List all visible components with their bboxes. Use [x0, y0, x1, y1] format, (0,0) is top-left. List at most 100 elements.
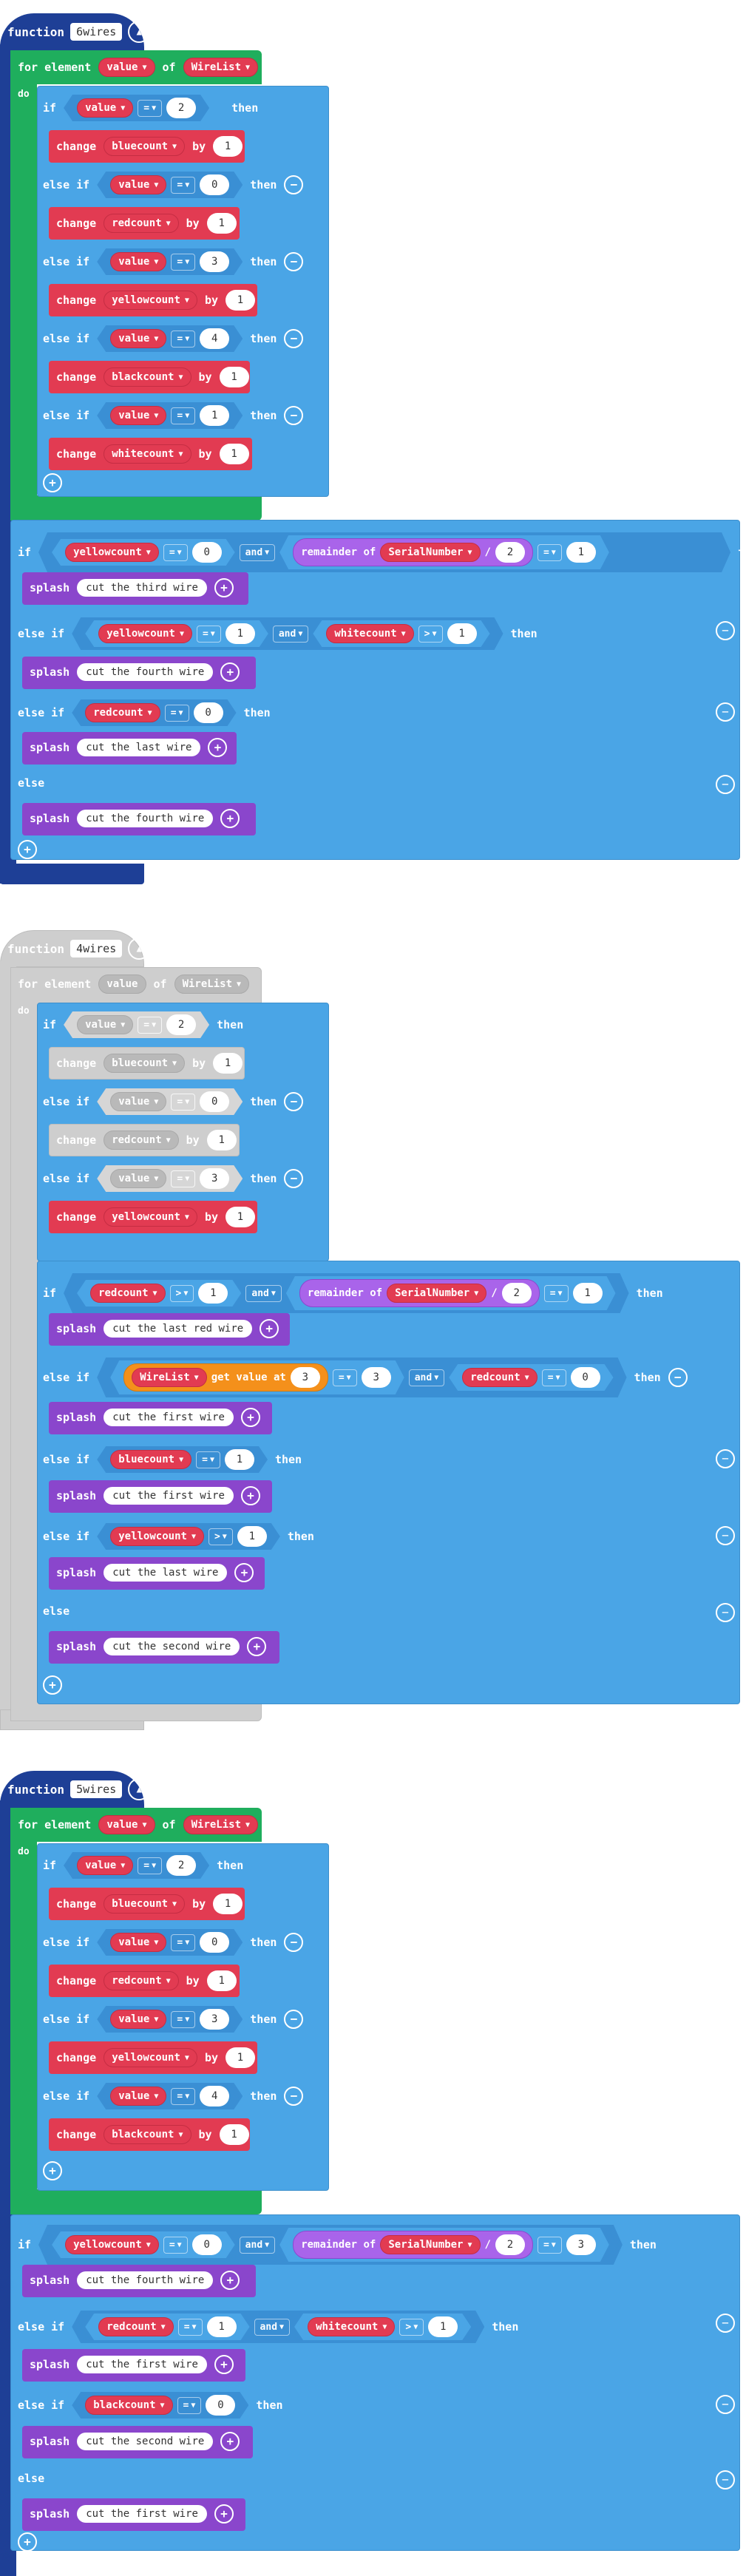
string-input[interactable]: cut the second wire — [104, 1638, 240, 1655]
number-input[interactable]: 1 — [226, 1207, 255, 1227]
variable-dropdown[interactable]: bluecount ▼ — [104, 137, 186, 156]
variable-dropdown[interactable]: bluecount ▼ — [110, 1450, 191, 1469]
string-input[interactable]: cut the fourth wire — [77, 2271, 214, 2289]
operator-dropdown[interactable]: = ▼ — [177, 2397, 202, 2414]
number-input[interactable]: 3 — [200, 2009, 229, 2030]
variable-dropdown[interactable]: yellowcount ▼ — [65, 2235, 159, 2254]
remove-branch-icon[interactable]: − — [716, 1603, 735, 1622]
get-value-block[interactable]: WireList ▼ get value at 3 — [123, 1363, 328, 1392]
compare-condition[interactable]: remainder of SerialNumber ▼ / 2 = ▼ 1 — [279, 535, 609, 569]
compare-condition[interactable]: value ▼ = ▼ 0 — [97, 1929, 243, 1956]
remove-branch-icon[interactable]: − — [284, 329, 304, 348]
add-argument-icon[interactable]: + — [220, 662, 240, 682]
variable-dropdown[interactable]: bluecount ▼ — [104, 1894, 186, 1914]
remove-branch-icon[interactable]: − — [716, 2395, 735, 2414]
number-input[interactable]: 1 — [226, 623, 255, 644]
variable-dropdown[interactable]: yellowcount ▼ — [104, 1207, 197, 1227]
number-input[interactable]: 2 — [502, 1283, 532, 1304]
variable-dropdown[interactable]: blackcount ▼ — [85, 2396, 172, 2415]
number-input[interactable]: 3 — [362, 1367, 391, 1388]
variable-value[interactable]: value ▼ — [98, 1815, 155, 1834]
compare-condition[interactable]: bluecount ▼ = ▼ 1 — [97, 1446, 268, 1473]
operator-dropdown[interactable]: = ▼ — [333, 1369, 357, 1386]
variable-dropdown[interactable]: redcount ▼ — [104, 1131, 179, 1150]
variable-dropdown[interactable]: redcount ▼ — [85, 703, 160, 722]
variable-dropdown[interactable]: whitecount ▼ — [308, 2317, 395, 2336]
string-input[interactable]: cut the fourth wire — [77, 663, 214, 681]
operator-dropdown[interactable]: = ▼ — [163, 544, 188, 561]
variable-value[interactable]: value ▼ — [110, 2087, 166, 2106]
variable-value[interactable]: value ▼ — [77, 1015, 133, 1034]
compare-condition[interactable]: yellowcount ▼ > ▼ 1 — [97, 1523, 280, 1550]
string-input[interactable]: cut the last red wire — [104, 1320, 253, 1338]
and-dropdown[interactable]: and ▼ — [273, 626, 309, 643]
variable-wirelist[interactable]: WireList ▼ — [183, 1815, 259, 1834]
remove-branch-icon[interactable]: − — [284, 1169, 304, 1188]
compare-condition[interactable]: yellowcount ▼ = ▼ 1 — [85, 620, 268, 647]
number-input[interactable]: 1 — [206, 1130, 237, 1150]
operator-dropdown[interactable]: > ▼ — [399, 2319, 424, 2336]
number-input[interactable]: 0 — [194, 702, 223, 723]
number-input[interactable]: 4 — [200, 2086, 229, 2106]
add-argument-icon[interactable]: + — [214, 2355, 234, 2374]
number-input[interactable]: 1 — [206, 213, 237, 234]
compare-condition[interactable]: value ▼ = ▼ 0 — [97, 1088, 243, 1115]
number-input[interactable]: 0 — [192, 2234, 222, 2255]
operator-dropdown[interactable]: = ▼ — [171, 254, 195, 271]
number-input[interactable]: 1 — [207, 2316, 237, 2337]
variable-wirelist[interactable]: WireList ▼ — [183, 58, 259, 77]
operator-dropdown[interactable]: = ▼ — [197, 626, 221, 643]
and-condition[interactable]: WireList ▼ get value at 3 = ▼ 3 and ▼ redco… — [97, 1358, 626, 1397]
number-input[interactable]: 2 — [495, 2234, 525, 2255]
remove-branch-icon[interactable]: − — [716, 2314, 735, 2333]
variable-value[interactable]: value ▼ — [110, 406, 166, 425]
variable-dropdown[interactable]: redcount ▼ — [104, 1971, 179, 1990]
compare-condition[interactable]: value ▼ = ▼ 1 — [97, 402, 243, 429]
add-argument-icon[interactable]: + — [220, 809, 240, 828]
variable-dropdown[interactable]: whitecount ▼ — [104, 444, 191, 464]
variable-value[interactable]: value ▼ — [110, 329, 166, 348]
variable-dropdown[interactable]: blackcount ▼ — [104, 367, 191, 387]
number-input[interactable]: 0 — [571, 1367, 600, 1388]
string-input[interactable]: cut the last wire — [77, 739, 201, 756]
add-argument-icon[interactable]: + — [220, 2271, 240, 2290]
number-input[interactable]: 1 — [225, 1449, 254, 1470]
string-input[interactable]: cut the first wire — [104, 1409, 234, 1426]
operator-dropdown[interactable]: > ▼ — [418, 626, 443, 643]
variable-dropdown[interactable]: redcount ▼ — [90, 1284, 165, 1303]
number-input[interactable]: 1 — [213, 1053, 243, 1074]
operator-dropdown[interactable]: = ▼ — [538, 2237, 562, 2254]
variable-value[interactable]: value ▼ — [77, 98, 133, 118]
number-input[interactable]: 1 — [573, 1283, 603, 1304]
operator-dropdown[interactable]: = ▼ — [171, 177, 195, 194]
compare-condition[interactable]: value ▼ = ▼ 3 — [97, 1165, 243, 1192]
compare-condition[interactable]: whitecount ▼ > ▼ 1 — [294, 2314, 471, 2340]
operator-dropdown[interactable]: = ▼ — [538, 544, 562, 561]
number-input[interactable]: 0 — [200, 1932, 229, 1953]
variable-value[interactable]: value ▼ — [110, 1092, 166, 1111]
remove-branch-icon[interactable]: − — [716, 1526, 735, 1545]
remove-branch-icon[interactable]: − — [716, 1449, 735, 1468]
string-input[interactable]: cut the third wire — [77, 579, 207, 597]
operator-dropdown[interactable]: = ▼ — [138, 1017, 162, 1034]
variable-value[interactable]: value ▼ — [98, 58, 155, 77]
number-input[interactable]: 1 — [226, 2047, 255, 2068]
operator-dropdown[interactable]: = ▼ — [171, 1934, 195, 1951]
compare-condition[interactable]: whitecount ▼ > ▼ 1 — [313, 620, 489, 647]
and-condition[interactable]: yellowcount ▼ = ▼ 0 and ▼ remainder of Seri… — [38, 2225, 623, 2265]
and-dropdown[interactable]: and ▼ — [409, 1369, 445, 1386]
compare-condition[interactable]: value ▼ = ▼ 2 — [64, 1011, 209, 1038]
number-input[interactable]: 2 — [166, 1855, 196, 1876]
function-name-field[interactable]: 4wires — [70, 940, 123, 957]
variable-dropdown[interactable]: yellowcount ▼ — [98, 624, 192, 643]
compare-condition[interactable]: value ▼ = ▼ 0 — [97, 172, 243, 198]
number-input[interactable]: 1 — [219, 2124, 249, 2145]
add-argument-icon[interactable]: + — [220, 2432, 240, 2451]
add-branch-icon[interactable]: + — [43, 473, 62, 492]
variable-value[interactable]: value ▼ — [110, 2010, 166, 2029]
variable-dropdown[interactable]: yellowcount ▼ — [110, 1527, 204, 1546]
number-input[interactable]: 3 — [291, 1367, 320, 1388]
number-input[interactable]: 4 — [200, 328, 229, 349]
variable-value[interactable]: value — [98, 975, 146, 994]
number-input[interactable]: 2 — [166, 1014, 196, 1035]
